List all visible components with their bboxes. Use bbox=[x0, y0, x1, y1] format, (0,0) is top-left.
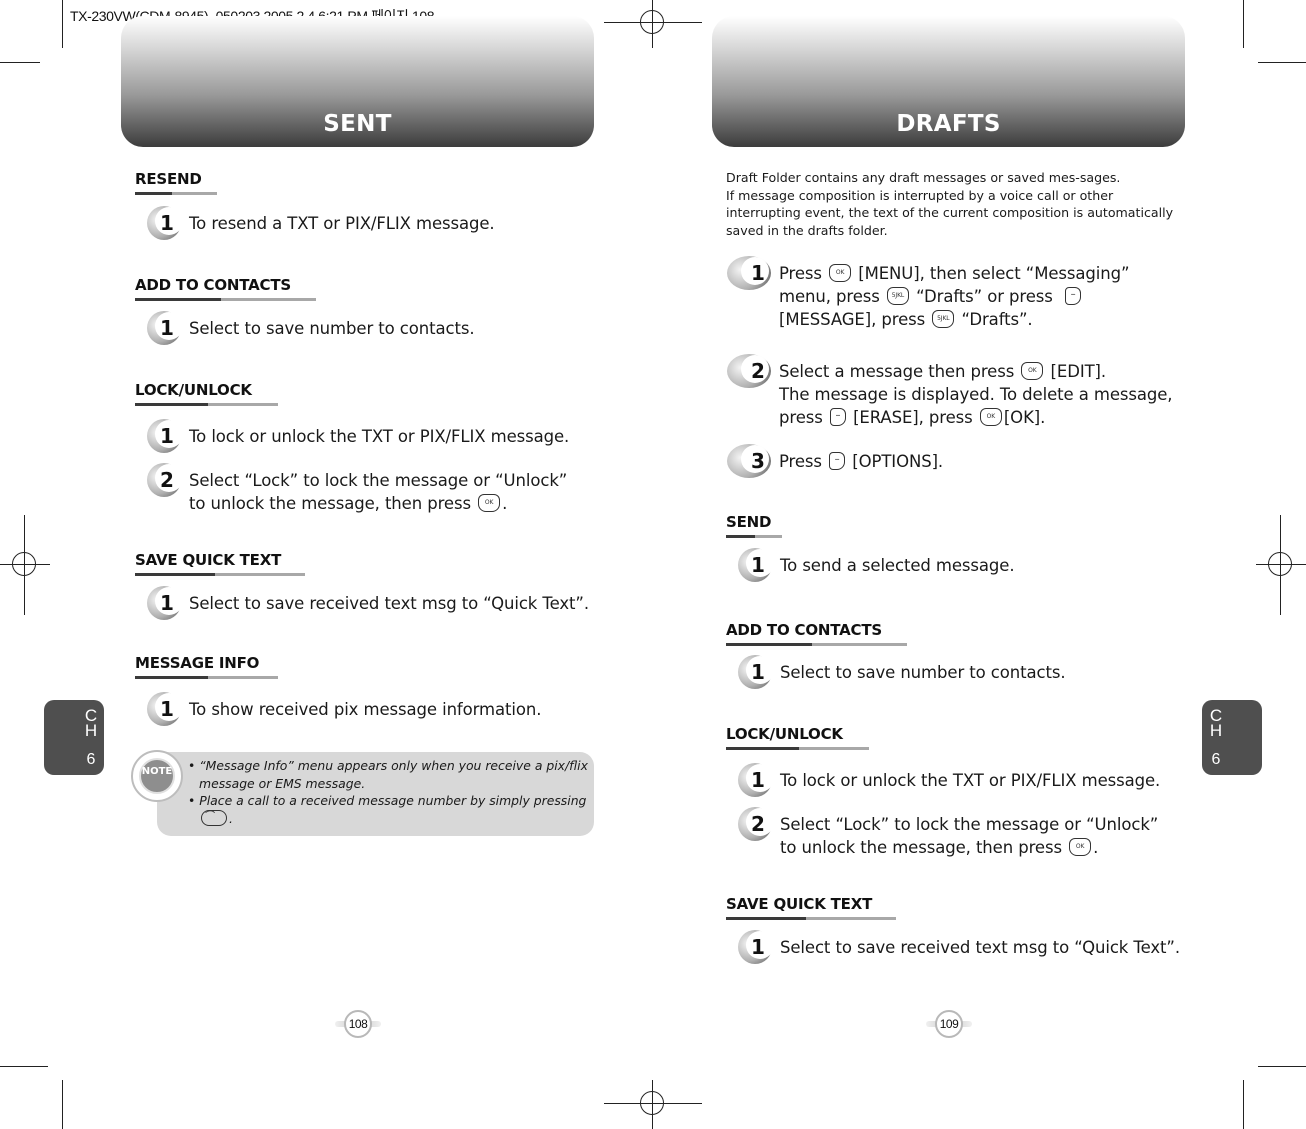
right-soft-key-icon: – bbox=[829, 452, 846, 470]
registration-mark-bottom bbox=[640, 1091, 664, 1115]
ok-key-icon: OK bbox=[478, 494, 501, 512]
section-heading-send: SEND bbox=[726, 513, 782, 538]
step: 2 Select a message then press OK [EDIT].… bbox=[727, 354, 1173, 429]
page-number: 108 bbox=[344, 1010, 372, 1038]
crop-mark bbox=[1243, 0, 1244, 48]
page-title: DRAFTS bbox=[896, 111, 1001, 137]
section-heading-resend: RESEND bbox=[135, 170, 217, 195]
section-heading-save-quick-text: SAVE QUICK TEXT bbox=[726, 895, 896, 920]
step: 2 Select “Lock” to lock the message or “… bbox=[738, 807, 1159, 859]
step-number-badge: 2 bbox=[727, 354, 771, 390]
step-text: Select a message then press OK [EDIT]. T… bbox=[779, 362, 1173, 427]
crop-mark bbox=[1243, 1080, 1244, 1129]
page-number: 109 bbox=[935, 1010, 963, 1038]
crop-mark bbox=[0, 1066, 48, 1067]
five-key-icon: 5JKL bbox=[886, 287, 909, 305]
step: 1 Select to save number to contacts. bbox=[738, 655, 1066, 691]
step: 3 Press – [OPTIONS]. bbox=[727, 444, 944, 480]
section-heading-message-info: MESSAGE INFO bbox=[135, 654, 278, 679]
step-number-badge: 1 bbox=[147, 586, 183, 622]
step: 1 Press OK [MENU], then select “Messagin… bbox=[727, 256, 1130, 331]
registration-mark-top bbox=[640, 10, 664, 34]
step-text: Press OK [MENU], then select “Messaging”… bbox=[779, 264, 1130, 329]
step: 2 Select “Lock” to lock the message or “… bbox=[147, 463, 568, 515]
step: 1 To lock or unlock the TXT or PIX/FLIX … bbox=[147, 419, 570, 455]
step-text: Select to save received text msg to “Qui… bbox=[780, 938, 1180, 957]
crop-mark bbox=[1258, 62, 1306, 63]
registration-mark-right bbox=[1268, 552, 1292, 576]
step-text: Press – [OPTIONS]. bbox=[779, 452, 944, 471]
section-heading-lock-unlock: LOCK/UNLOCK bbox=[135, 381, 278, 406]
step: 1 Select to save received text msg to “Q… bbox=[738, 930, 1180, 966]
left-soft-key-icon: – bbox=[1065, 287, 1082, 305]
ok-key-icon: OK bbox=[1069, 838, 1092, 856]
step-number-badge: 2 bbox=[147, 463, 183, 499]
section-heading-add-to-contacts: ADD TO CONTACTS bbox=[135, 276, 316, 301]
section-heading-save-quick-text: SAVE QUICK TEXT bbox=[135, 551, 305, 576]
step-text: Select to save number to contacts. bbox=[189, 319, 475, 338]
step-number-badge: 1 bbox=[147, 311, 183, 347]
step-number-badge: 1 bbox=[738, 930, 774, 966]
step-text: Select to save received text msg to “Qui… bbox=[189, 594, 589, 613]
intro-paragraph: Draft Folder contains any draft messages… bbox=[726, 170, 1174, 238]
ok-key-icon: OK bbox=[979, 408, 1002, 426]
section-heading-add-to-contacts: ADD TO CONTACTS bbox=[726, 621, 907, 646]
step-text: To send a selected message. bbox=[780, 556, 1015, 575]
ok-key-icon: OK bbox=[1021, 362, 1044, 380]
step-number-badge: 2 bbox=[738, 807, 774, 843]
five-key-icon: 5JKL bbox=[932, 310, 955, 328]
crop-mark bbox=[62, 0, 63, 48]
crop-mark bbox=[0, 62, 40, 63]
chapter-tab: CH 6 bbox=[44, 700, 104, 775]
step-number-badge: 1 bbox=[738, 763, 774, 799]
step-text: Select to save number to contacts. bbox=[780, 663, 1066, 682]
note-item: • “Message Info” menu appears only when … bbox=[188, 758, 588, 791]
registration-mark-left bbox=[12, 552, 36, 576]
step-text: Select “Lock” to lock the message or “Un… bbox=[780, 815, 1159, 857]
step-number-badge: 1 bbox=[738, 548, 774, 584]
note-icon: NOTE bbox=[131, 750, 183, 802]
step: 1 To show received pix message informati… bbox=[147, 692, 542, 728]
step: 1 Select to save number to contacts. bbox=[147, 311, 475, 347]
crop-mark bbox=[1258, 1066, 1306, 1067]
step-text: To resend a TXT or PIX/FLIX message. bbox=[189, 214, 495, 233]
step: 1 To send a selected message. bbox=[738, 548, 1015, 584]
page-title-banner-drafts: DRAFTS bbox=[712, 16, 1185, 147]
step: 1 Select to save received text msg to “Q… bbox=[147, 586, 589, 622]
step-text: To lock or unlock the TXT or PIX/FLIX me… bbox=[780, 771, 1161, 790]
section-heading-lock-unlock: LOCK/UNLOCK bbox=[726, 725, 869, 750]
ok-key-icon: OK bbox=[829, 264, 852, 282]
send-key-icon: ⌒ bbox=[201, 809, 227, 826]
step-text: To show received pix message information… bbox=[189, 700, 542, 719]
step-number-badge: 1 bbox=[738, 655, 774, 691]
step-number-badge: 1 bbox=[147, 692, 183, 728]
note-list: • “Message Info” menu appears only when … bbox=[188, 757, 588, 827]
crop-mark bbox=[62, 1080, 63, 1129]
page-title-banner-sent: SENT bbox=[121, 16, 594, 147]
step-number-badge: 1 bbox=[147, 419, 183, 455]
page-title: SENT bbox=[323, 111, 392, 137]
step-number-badge: 1 bbox=[727, 256, 771, 292]
step-number-badge: 3 bbox=[727, 444, 771, 480]
chapter-tab: CH 6 bbox=[1202, 700, 1262, 775]
step-number-badge: 1 bbox=[147, 206, 183, 242]
step-text: Select “Lock” to lock the message or “Un… bbox=[189, 471, 568, 513]
step-text: To lock or unlock the TXT or PIX/FLIX me… bbox=[189, 427, 570, 446]
left-soft-key-icon: – bbox=[829, 408, 846, 426]
note-item: • Place a call to a received message num… bbox=[188, 793, 587, 826]
step: 1 To lock or unlock the TXT or PIX/FLIX … bbox=[738, 763, 1161, 799]
step: 1 To resend a TXT or PIX/FLIX message. bbox=[147, 206, 495, 242]
